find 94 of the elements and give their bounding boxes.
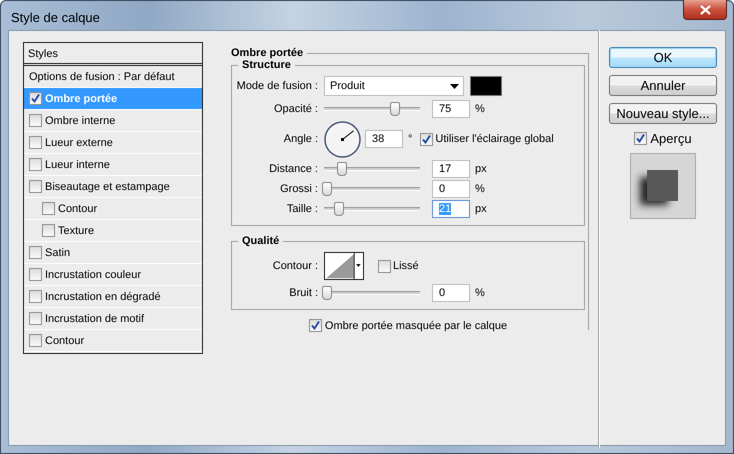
checkbox[interactable] [29, 92, 42, 105]
style-item[interactable]: Incrustation en dégradé [24, 286, 202, 308]
value-field[interactable]: 0 [432, 284, 470, 302]
unit-label: px [475, 203, 487, 215]
checkbox[interactable] [378, 260, 391, 272]
dialog-button[interactable]: OK [609, 47, 717, 68]
style-item[interactable]: Lueur externe [24, 132, 202, 154]
blend-mode-dropdown[interactable]: Produit [324, 76, 464, 96]
checkbox-label: Lissé [393, 260, 419, 272]
style-item[interactable]: Lueur interne [24, 154, 202, 176]
contour-picker[interactable] [324, 252, 364, 280]
field-label: Bruit : [288, 287, 319, 299]
window-title: Style de calque [11, 10, 100, 25]
checkbox[interactable] [29, 158, 42, 171]
style-label: Ombre portée [45, 92, 118, 104]
style-label: Incrustation couleur [45, 268, 141, 280]
angle-dial[interactable] [324, 120, 361, 158]
style-label: Contour [58, 202, 98, 214]
checkbox-label: Utiliser l'éclairage global [435, 133, 554, 145]
checkbox[interactable] [29, 290, 42, 303]
dialog-button[interactable]: Nouveau style... [609, 103, 717, 124]
checkbox[interactable] [308, 319, 322, 332]
field-label: Taille : [286, 203, 319, 215]
unit-label: % [475, 287, 485, 299]
slider-track[interactable] [322, 202, 422, 216]
field-value: 21 [439, 203, 452, 215]
field-value: 0 [439, 287, 446, 299]
slider-thumb[interactable] [322, 286, 332, 300]
shadow-preview-drawing [630, 153, 696, 219]
field-value: 75 [439, 103, 452, 115]
field-label: Mode de fusion : [236, 80, 319, 92]
value-field[interactable]: 17 [432, 160, 470, 178]
field-label: Contour : [272, 260, 319, 272]
section-title: Ombre portée [230, 47, 304, 59]
list-header: Styles [24, 43, 202, 66]
checkbox[interactable] [29, 312, 42, 325]
style-label: Satin [45, 246, 70, 258]
slider-track[interactable] [322, 182, 422, 196]
style-item[interactable]: Satin [24, 242, 202, 264]
checkbox[interactable] [29, 334, 42, 347]
value-field[interactable]: 0 [432, 180, 470, 198]
style-item[interactable]: Ombre interne [24, 110, 202, 132]
checkbox[interactable] [29, 136, 42, 149]
style-label: Incrustation en dégradé [45, 290, 161, 302]
checkbox[interactable] [420, 132, 434, 146]
style-label: Ombre interne [45, 114, 116, 126]
style-label: Lueur externe [45, 136, 113, 148]
slider-track[interactable] [322, 286, 422, 300]
dialog-button[interactable]: Annuler [609, 75, 717, 96]
close-icon [700, 4, 710, 14]
checkbox[interactable] [42, 202, 55, 215]
field-value: 17 [439, 163, 452, 175]
slider-thumb[interactable] [390, 102, 400, 116]
style-item[interactable]: Incrustation de motif [24, 308, 202, 330]
dropdown-arrow-icon [450, 84, 459, 88]
style-item[interactable]: Contour [24, 330, 202, 352]
style-item[interactable]: Incrustation couleur [24, 264, 202, 286]
group-title: Structure [241, 59, 292, 71]
style-label: Incrustation de motif [45, 312, 144, 324]
checkbox[interactable] [29, 268, 42, 281]
value-field[interactable]: 75 [432, 100, 470, 118]
slider-track[interactable] [322, 162, 422, 176]
value-field[interactable]: 38 [365, 130, 403, 148]
checkbox-label: Ombre portée masquée par le calque [324, 320, 508, 332]
style-item[interactable]: Texture [24, 220, 202, 242]
field-label: Angle : [282, 133, 319, 145]
shadow-color-swatch[interactable] [470, 76, 502, 96]
unit-label: % [475, 103, 485, 115]
slider-thumb[interactable] [337, 162, 348, 176]
checkbox[interactable] [42, 224, 55, 237]
unit-label: ° [408, 133, 412, 145]
style-label: Texture [58, 224, 94, 236]
style-item[interactable]: Contour [24, 198, 202, 220]
close-button[interactable] [683, 0, 727, 20]
style-label: Contour [45, 334, 84, 346]
slider-thumb[interactable] [334, 202, 344, 216]
field-value: 0 [439, 183, 446, 195]
field-value: 38 [372, 133, 384, 145]
checkbox[interactable] [634, 132, 648, 145]
style-label: Biseautage et estampage [45, 180, 170, 192]
field-label: Opacité : [272, 103, 319, 115]
checkbox-label: Aperçu [650, 131, 692, 146]
group-title: Qualité [241, 235, 280, 247]
unit-label: px [475, 163, 487, 175]
field-label: Grossi : [279, 183, 319, 195]
checkbox[interactable] [29, 246, 42, 259]
checkbox[interactable] [29, 114, 42, 127]
unit-label: % [475, 183, 485, 195]
slider-thumb[interactable] [322, 182, 332, 196]
slider-track[interactable] [322, 102, 422, 116]
style-item[interactable]: Biseautage et estampage [24, 176, 202, 198]
field-label: Distance : [268, 163, 319, 175]
checkbox[interactable] [29, 180, 42, 193]
style-label: Lueur interne [45, 158, 110, 170]
